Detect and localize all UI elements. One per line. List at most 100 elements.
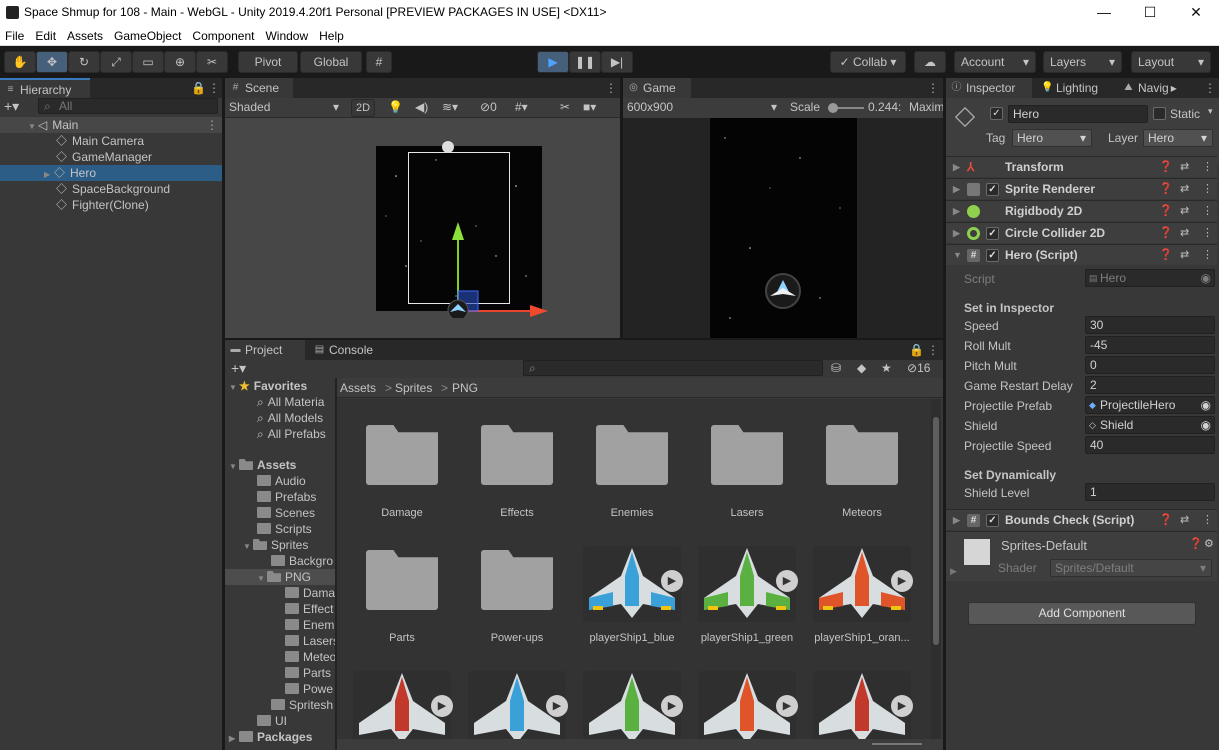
hierarchy-search-input[interactable]: ⌕ All [38, 98, 218, 114]
hierarchy-item[interactable]: SpaceBackground [0, 181, 222, 197]
component-rigidbody2d[interactable]: ▶ Rigidbody 2D ❓ ⇄ ⋮ [946, 200, 1217, 221]
tab-project[interactable]: ▬ Project [225, 340, 305, 360]
rect-tool-icon[interactable]: ▭ [132, 51, 164, 73]
favorite-star-icon[interactable]: ★ [881, 361, 892, 375]
menu-assets[interactable]: Assets [62, 26, 109, 43]
lighting-icon[interactable]: 💡 [388, 100, 403, 114]
folder-row[interactable]: ▼ Sprites [225, 537, 308, 553]
minimize-icon[interactable]: — [1081, 0, 1127, 26]
asset-sprite[interactable]: ▶ playerShip1_green [692, 546, 802, 644]
hidden-objects-icon[interactable]: ⊘0 [480, 100, 497, 114]
shader-dropdown[interactable]: Sprites/Default ▾ [1050, 559, 1212, 577]
static-checkbox[interactable] [1153, 107, 1166, 120]
folder-row-selected[interactable]: ▼ PNG [225, 569, 335, 585]
pitch-mult-input[interactable]: 0 [1085, 356, 1215, 374]
tab-game[interactable]: ◎ Game [623, 78, 691, 98]
roll-mult-input[interactable]: -45 [1085, 336, 1215, 354]
grid-toggle-icon[interactable]: #▾ [515, 100, 528, 114]
scene-row[interactable]: ▼ ◁ Main ⋮ [0, 117, 222, 133]
component-hero-script[interactable]: ▼ # ✓ Hero (Script) ❓ ⇄ ⋮ [946, 244, 1217, 265]
projectile-speed-input[interactable]: 40 [1085, 436, 1215, 454]
object-name-input[interactable]: Hero [1008, 105, 1148, 123]
menu-help[interactable]: Help [314, 26, 350, 43]
effects-icon[interactable]: ≋▾ [442, 100, 458, 114]
folder-row[interactable]: Backgro [225, 553, 333, 569]
help-icon[interactable]: ❓ [1159, 510, 1173, 530]
component-menu-icon[interactable]: ⋮ [1202, 223, 1213, 243]
hierarchy-menu-icon[interactable]: ⋮ [208, 81, 220, 95]
presets-icon[interactable]: ⇄ [1180, 223, 1189, 243]
folder-row[interactable]: Enemi [225, 617, 335, 633]
presets-icon[interactable]: ⇄ [1180, 201, 1189, 221]
maximize-toggle[interactable]: Maxim [909, 100, 944, 114]
hierarchy-item[interactable]: GameManager [0, 149, 222, 165]
component-sprite-renderer[interactable]: ▶ ✓ Sprite Renderer ❓ ⇄ ⋮ [946, 178, 1217, 199]
folder-row[interactable]: Lasers [225, 633, 335, 649]
help-icon[interactable]: ❓ [1159, 201, 1173, 221]
breadcrumb-item[interactable]: PNG [452, 381, 478, 395]
tab-lighting[interactable]: 💡 Lighting [1036, 78, 1116, 98]
collab-button[interactable]: ✓ Collab ▾ [830, 51, 906, 73]
enabled-checkbox[interactable]: ✓ [986, 249, 999, 262]
pivot-toggle[interactable]: Pivot [238, 51, 298, 73]
component-menu-icon[interactable]: ⋮ [1202, 245, 1213, 265]
breadcrumb-item[interactable]: Sprites [395, 381, 432, 395]
favorites-row[interactable]: ▼ ★ Favorites [225, 378, 307, 394]
tab-navigation[interactable]: ⛰ Navig ▸ [1118, 78, 1198, 98]
tab-console[interactable]: ▤ Console [309, 340, 389, 360]
resolution-dropdown[interactable]: 600x900 ▾ [627, 100, 783, 114]
cloud-icon[interactable]: ☁ [914, 51, 946, 73]
component-menu-icon[interactable]: ⋮ [1202, 201, 1213, 221]
grid-scrollbar[interactable] [931, 399, 941, 739]
folder-row[interactable]: Parts [225, 665, 331, 681]
play-preview-icon[interactable]: ▶ [431, 695, 453, 717]
settings-gear-icon[interactable]: ⚙ [1204, 537, 1214, 550]
project-menu-icon[interactable]: ⋮ [927, 343, 939, 357]
menu-edit[interactable]: Edit [30, 26, 62, 43]
help-icon[interactable]: ❓ [1159, 223, 1173, 243]
pause-button[interactable]: ❚❚ [569, 51, 601, 73]
audio-icon[interactable]: ◀) [415, 100, 428, 114]
shield-field[interactable]: ◇ Shield ◉ [1085, 416, 1215, 434]
play-preview-icon[interactable]: ▶ [661, 570, 683, 592]
inspector-menu-icon[interactable]: ⋮ [1204, 81, 1216, 95]
game-menu-icon[interactable]: ⋮ [927, 81, 939, 95]
hand-tool-icon[interactable]: ✋ [4, 51, 36, 73]
asset-sprite[interactable]: ▶ playerShip1_blue [577, 546, 687, 644]
tab-inspector[interactable]: ⓘ Inspector [946, 78, 1032, 98]
scene-menu-icon[interactable]: ⋮ [605, 81, 617, 95]
add-icon[interactable]: +▾ [4, 98, 19, 115]
enabled-checkbox[interactable]: ✓ [986, 514, 999, 527]
hierarchy-item-selected[interactable]: ▶ Hero [0, 165, 222, 181]
game-viewport[interactable] [623, 118, 943, 338]
menu-window[interactable]: Window [260, 26, 314, 43]
breadcrumb-item[interactable]: Assets [340, 381, 376, 395]
scene-viewport[interactable] [225, 118, 620, 338]
assets-root-row[interactable]: ▼ Assets [225, 457, 296, 473]
lock-icon[interactable]: 🔒 [191, 81, 206, 95]
layer-dropdown[interactable]: Hero ▾ [1143, 129, 1213, 147]
asset-folder[interactable]: Meteors [807, 425, 917, 519]
more-tabs-icon[interactable]: ▸ [1171, 81, 1177, 95]
zoom-slider[interactable] [872, 743, 922, 745]
filter-type-icon[interactable]: ⛁ [831, 361, 841, 375]
folder-row[interactable]: Powe [225, 681, 333, 697]
component-circle-collider[interactable]: ▶ ✓ Circle Collider 2D ❓ ⇄ ⋮ [946, 222, 1217, 243]
play-preview-icon[interactable]: ▶ [661, 695, 683, 717]
account-dropdown[interactable]: Account ▾ [954, 51, 1036, 73]
play-preview-icon[interactable]: ▶ [891, 570, 913, 592]
step-button[interactable]: ▶| [601, 51, 633, 73]
component-transform[interactable]: ▶ ⅄ Transform ❓ ⇄ ⋮ [946, 156, 1217, 177]
component-menu-icon[interactable]: ⋮ [1202, 510, 1213, 530]
object-picker-icon[interactable]: ◉ [1201, 417, 1211, 433]
asset-folder[interactable]: Enemies [577, 425, 687, 519]
tools-icon[interactable]: ✂ [560, 100, 570, 114]
presets-icon[interactable]: ⇄ [1180, 510, 1189, 530]
favorite-item[interactable]: ⌕ All Prefabs [225, 426, 326, 442]
enabled-checkbox[interactable]: ✓ [986, 227, 999, 240]
component-bounds-check[interactable]: ▶ # ✓ Bounds Check (Script) ❓ ⇄ ⋮ [946, 509, 1217, 530]
help-icon[interactable]: ❓ [1159, 157, 1173, 177]
shield-level-input[interactable]: 1 [1085, 483, 1215, 501]
folder-row[interactable]: Meteo [225, 649, 335, 665]
transform-tool-icon[interactable]: ⊕ [164, 51, 196, 73]
